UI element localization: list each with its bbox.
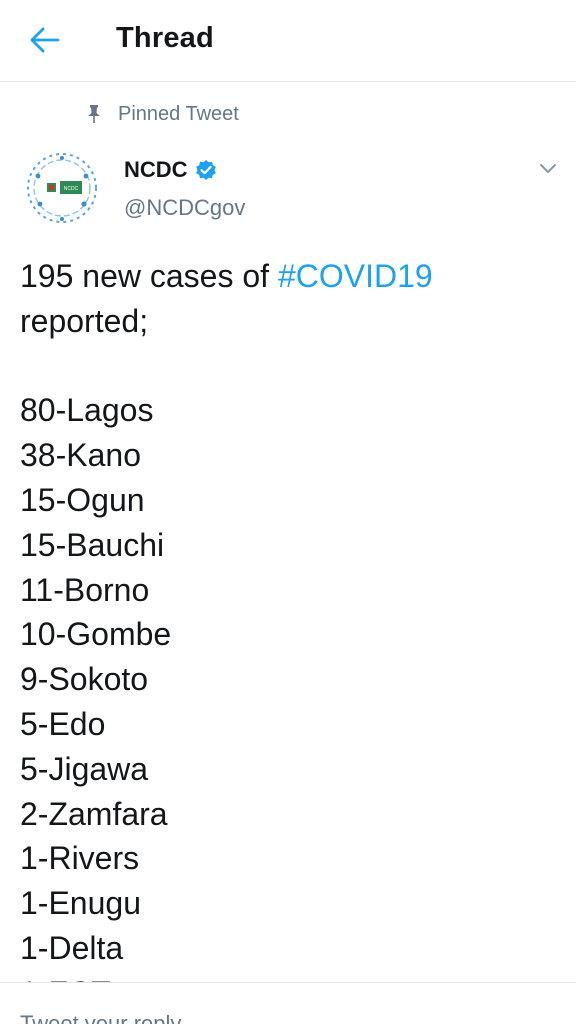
author-name-row[interactable]: NCDC: [124, 154, 217, 186]
reply-input[interactable]: Tweet your reply: [20, 1011, 181, 1024]
app-header: Thread: [0, 0, 576, 82]
hashtag-link[interactable]: #COVID19: [278, 258, 433, 294]
case-line: 15-Bauchi: [20, 526, 165, 563]
case-line: 11-Borno: [20, 571, 150, 608]
case-line: 1-FCT: [20, 971, 560, 982]
avatar[interactable]: NCDC: [20, 146, 104, 230]
case-line: 5-Edo: [20, 705, 106, 742]
case-line: 1-Rivers: [20, 840, 140, 877]
author-display-name[interactable]: NCDC: [124, 157, 188, 183]
tweet-menu-button[interactable]: [534, 155, 562, 183]
case-line: 80-Lagos: [20, 392, 154, 429]
case-line: 9-Sokoto: [20, 661, 149, 698]
case-line: 10-Gombe: [20, 616, 172, 653]
pinned-label: Pinned Tweet: [118, 102, 239, 125]
author-handle[interactable]: @NCDCgov: [124, 195, 245, 221]
tweet-text: 195 new cases of #COVID19 reported; 80-L…: [20, 254, 560, 982]
case-line: 15-Ogun: [20, 481, 145, 518]
verified-badge-icon: [195, 159, 217, 181]
case-line: 1-Enugu: [20, 885, 141, 922]
arrow-left-icon: [30, 27, 60, 53]
case-line: 2-Zamfara: [20, 795, 168, 832]
case-line: 38-Kano: [20, 437, 141, 474]
tweet-intro-end: reported;: [20, 302, 149, 339]
tweet-intro: 195 new cases of: [20, 258, 278, 294]
case-line: 1-Delta: [20, 929, 124, 966]
pin-icon: [88, 105, 100, 123]
chevron-down-icon: [540, 164, 556, 173]
ncdc-logo-icon: NCDC: [21, 147, 103, 229]
page-title: Thread: [116, 22, 214, 54]
case-line: 5-Jigawa: [20, 750, 149, 787]
logo-text: NCDC: [64, 186, 79, 192]
pinned-indicator: Pinned Tweet: [86, 100, 239, 128]
back-button[interactable]: [22, 20, 68, 60]
tweet-intro-line: 195 new cases of #COVID19: [20, 254, 560, 299]
reply-bar[interactable]: Tweet your reply: [0, 982, 576, 1024]
